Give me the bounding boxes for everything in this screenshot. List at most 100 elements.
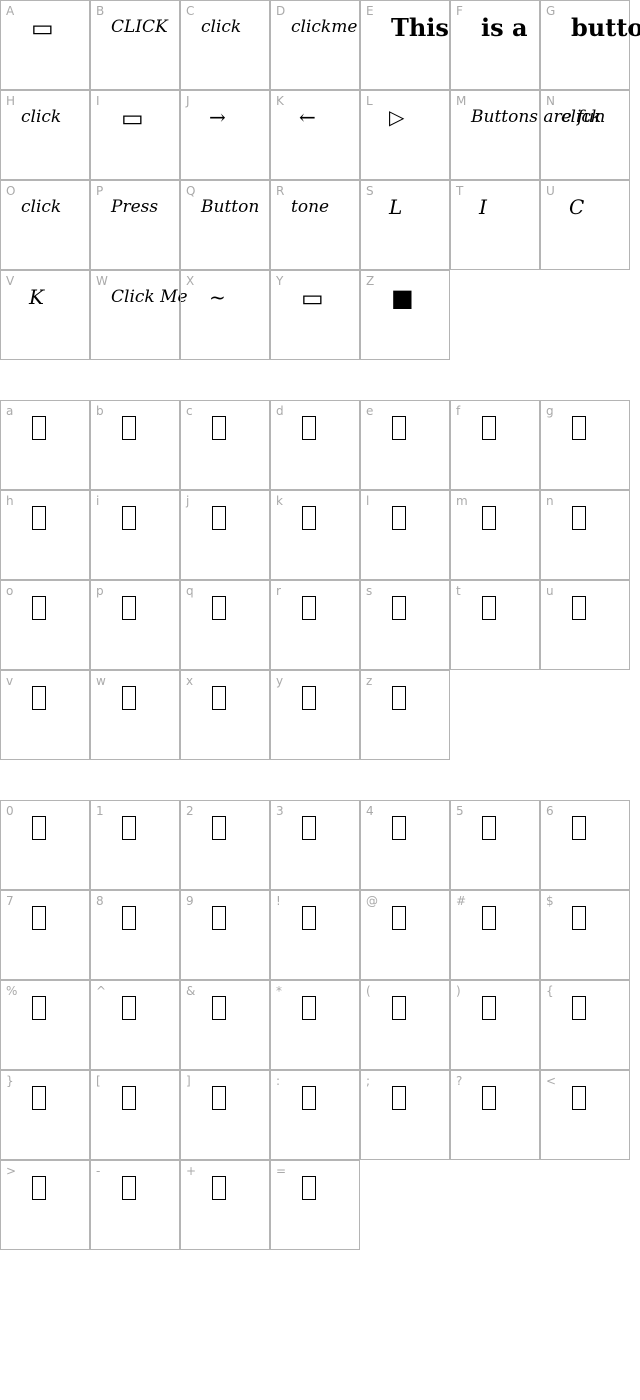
glyph-label: S <box>366 184 374 198</box>
glyph-label: 3 <box>276 804 284 818</box>
missing-glyph-icon <box>212 906 226 930</box>
missing-glyph-icon <box>212 1176 226 1200</box>
glyph-label: 0 <box>6 804 14 818</box>
missing-glyph-icon <box>572 416 586 440</box>
missing-glyph-icon <box>212 1086 226 1110</box>
glyph-cell: Fis a <box>450 0 540 90</box>
glyph-label: ! <box>276 894 281 908</box>
glyph-label: R <box>276 184 285 198</box>
glyph-sample: ▭ <box>301 283 324 312</box>
glyph-cell: L ▷ <box>360 90 450 180</box>
missing-glyph-icon <box>572 1086 586 1110</box>
missing-glyph-icon <box>392 996 406 1020</box>
missing-glyph-icon <box>482 596 496 620</box>
glyph-cell: VK <box>0 270 90 360</box>
glyph-cell: b <box>90 400 180 490</box>
missing-glyph-icon <box>32 906 46 930</box>
glyph-label: 8 <box>96 894 104 908</box>
glyph-sample: → <box>209 105 226 129</box>
glyph-cell: K ← <box>270 90 360 180</box>
missing-glyph-icon <box>122 906 136 930</box>
glyph-cell: I ▭ <box>90 90 180 180</box>
glyph-cell: l <box>360 490 450 580</box>
glyph-label: 4 <box>366 804 374 818</box>
glyph-label: z <box>366 674 373 688</box>
glyph-label: V <box>6 274 15 288</box>
missing-glyph-icon <box>302 596 316 620</box>
glyph-cell: J → <box>180 90 270 180</box>
glyph-cell: A ▭ <box>0 0 90 90</box>
missing-glyph-icon <box>212 416 226 440</box>
glyph-sample: Click Me <box>111 287 188 307</box>
glyph-cell: } <box>0 1070 90 1160</box>
glyph-cell: % <box>0 980 90 1070</box>
glyph-cell: h <box>0 490 90 580</box>
missing-glyph-icon <box>302 416 316 440</box>
glyph-cell: g <box>540 400 630 490</box>
glyph-label: ^ <box>96 984 107 998</box>
glyph-label: U <box>546 184 555 198</box>
glyph-sample: ▭ <box>31 13 54 42</box>
glyph-sample: ~ <box>209 285 226 309</box>
glyph-label: y <box>276 674 284 688</box>
missing-glyph-icon <box>572 596 586 620</box>
glyph-cell: X ~ <box>180 270 270 360</box>
glyph-label: r <box>276 584 281 598</box>
missing-glyph-icon <box>572 816 586 840</box>
glyph-cell: UC <box>540 180 630 270</box>
glyph-label: P <box>96 184 104 198</box>
glyph-cell: p <box>90 580 180 670</box>
glyph-cell: : <box>270 1070 360 1160</box>
glyph-cell: ; <box>360 1070 450 1160</box>
glyph-cell: c <box>180 400 270 490</box>
glyph-cell: i <box>90 490 180 580</box>
glyph-label: H <box>6 94 16 108</box>
glyph-label: X <box>186 274 195 288</box>
glyph-label: A <box>6 4 15 18</box>
glyph-label: W <box>96 274 108 288</box>
glyph-label: 5 <box>456 804 464 818</box>
missing-glyph-icon <box>32 416 46 440</box>
glyph-label: < <box>546 1074 557 1088</box>
glyph-sample: Press <box>111 197 159 217</box>
glyph-cell: j <box>180 490 270 580</box>
glyph-cell: 6 <box>540 800 630 890</box>
glyph-label: k <box>276 494 283 508</box>
glyph-sample: This <box>391 13 449 42</box>
glyph-sample: Button <box>201 197 260 217</box>
missing-glyph-icon <box>482 506 496 530</box>
glyph-cell: @ <box>360 890 450 980</box>
missing-glyph-icon <box>122 1176 136 1200</box>
missing-glyph-icon <box>392 416 406 440</box>
missing-glyph-icon <box>122 816 136 840</box>
glyph-label: g <box>546 404 554 418</box>
missing-glyph-icon <box>482 416 496 440</box>
glyph-cell: ( <box>360 980 450 1070</box>
glyph-cell: 9 <box>180 890 270 980</box>
missing-glyph-icon <box>302 686 316 710</box>
glyph-cell: Gbutton <box>540 0 640 90</box>
glyph-cell: 7 <box>0 890 90 980</box>
glyph-label: u <box>546 584 554 598</box>
missing-glyph-icon <box>392 1086 406 1110</box>
glyph-sample: clickme <box>291 17 358 37</box>
glyph-label: s <box>366 584 373 598</box>
glyph-label: c <box>186 404 193 418</box>
glyph-label: : <box>276 1074 281 1088</box>
glyph-cell: = <box>270 1160 360 1250</box>
glyph-label: j <box>186 494 190 508</box>
missing-glyph-icon <box>122 506 136 530</box>
glyph-label: t <box>456 584 461 598</box>
missing-glyph-icon <box>212 686 226 710</box>
glyph-label: Z <box>366 274 375 288</box>
glyph-label: = <box>276 1164 287 1178</box>
glyph-label: { <box>546 984 554 998</box>
glyph-cell: Hclick <box>0 90 90 180</box>
glyph-sample: C <box>569 195 585 219</box>
glyph-cell: o <box>0 580 90 670</box>
glyph-label: 7 <box>6 894 14 908</box>
glyph-cell: 3 <box>270 800 360 890</box>
glyph-cell: y <box>270 670 360 760</box>
glyph-cell: 0 <box>0 800 90 890</box>
missing-glyph-icon <box>482 906 496 930</box>
